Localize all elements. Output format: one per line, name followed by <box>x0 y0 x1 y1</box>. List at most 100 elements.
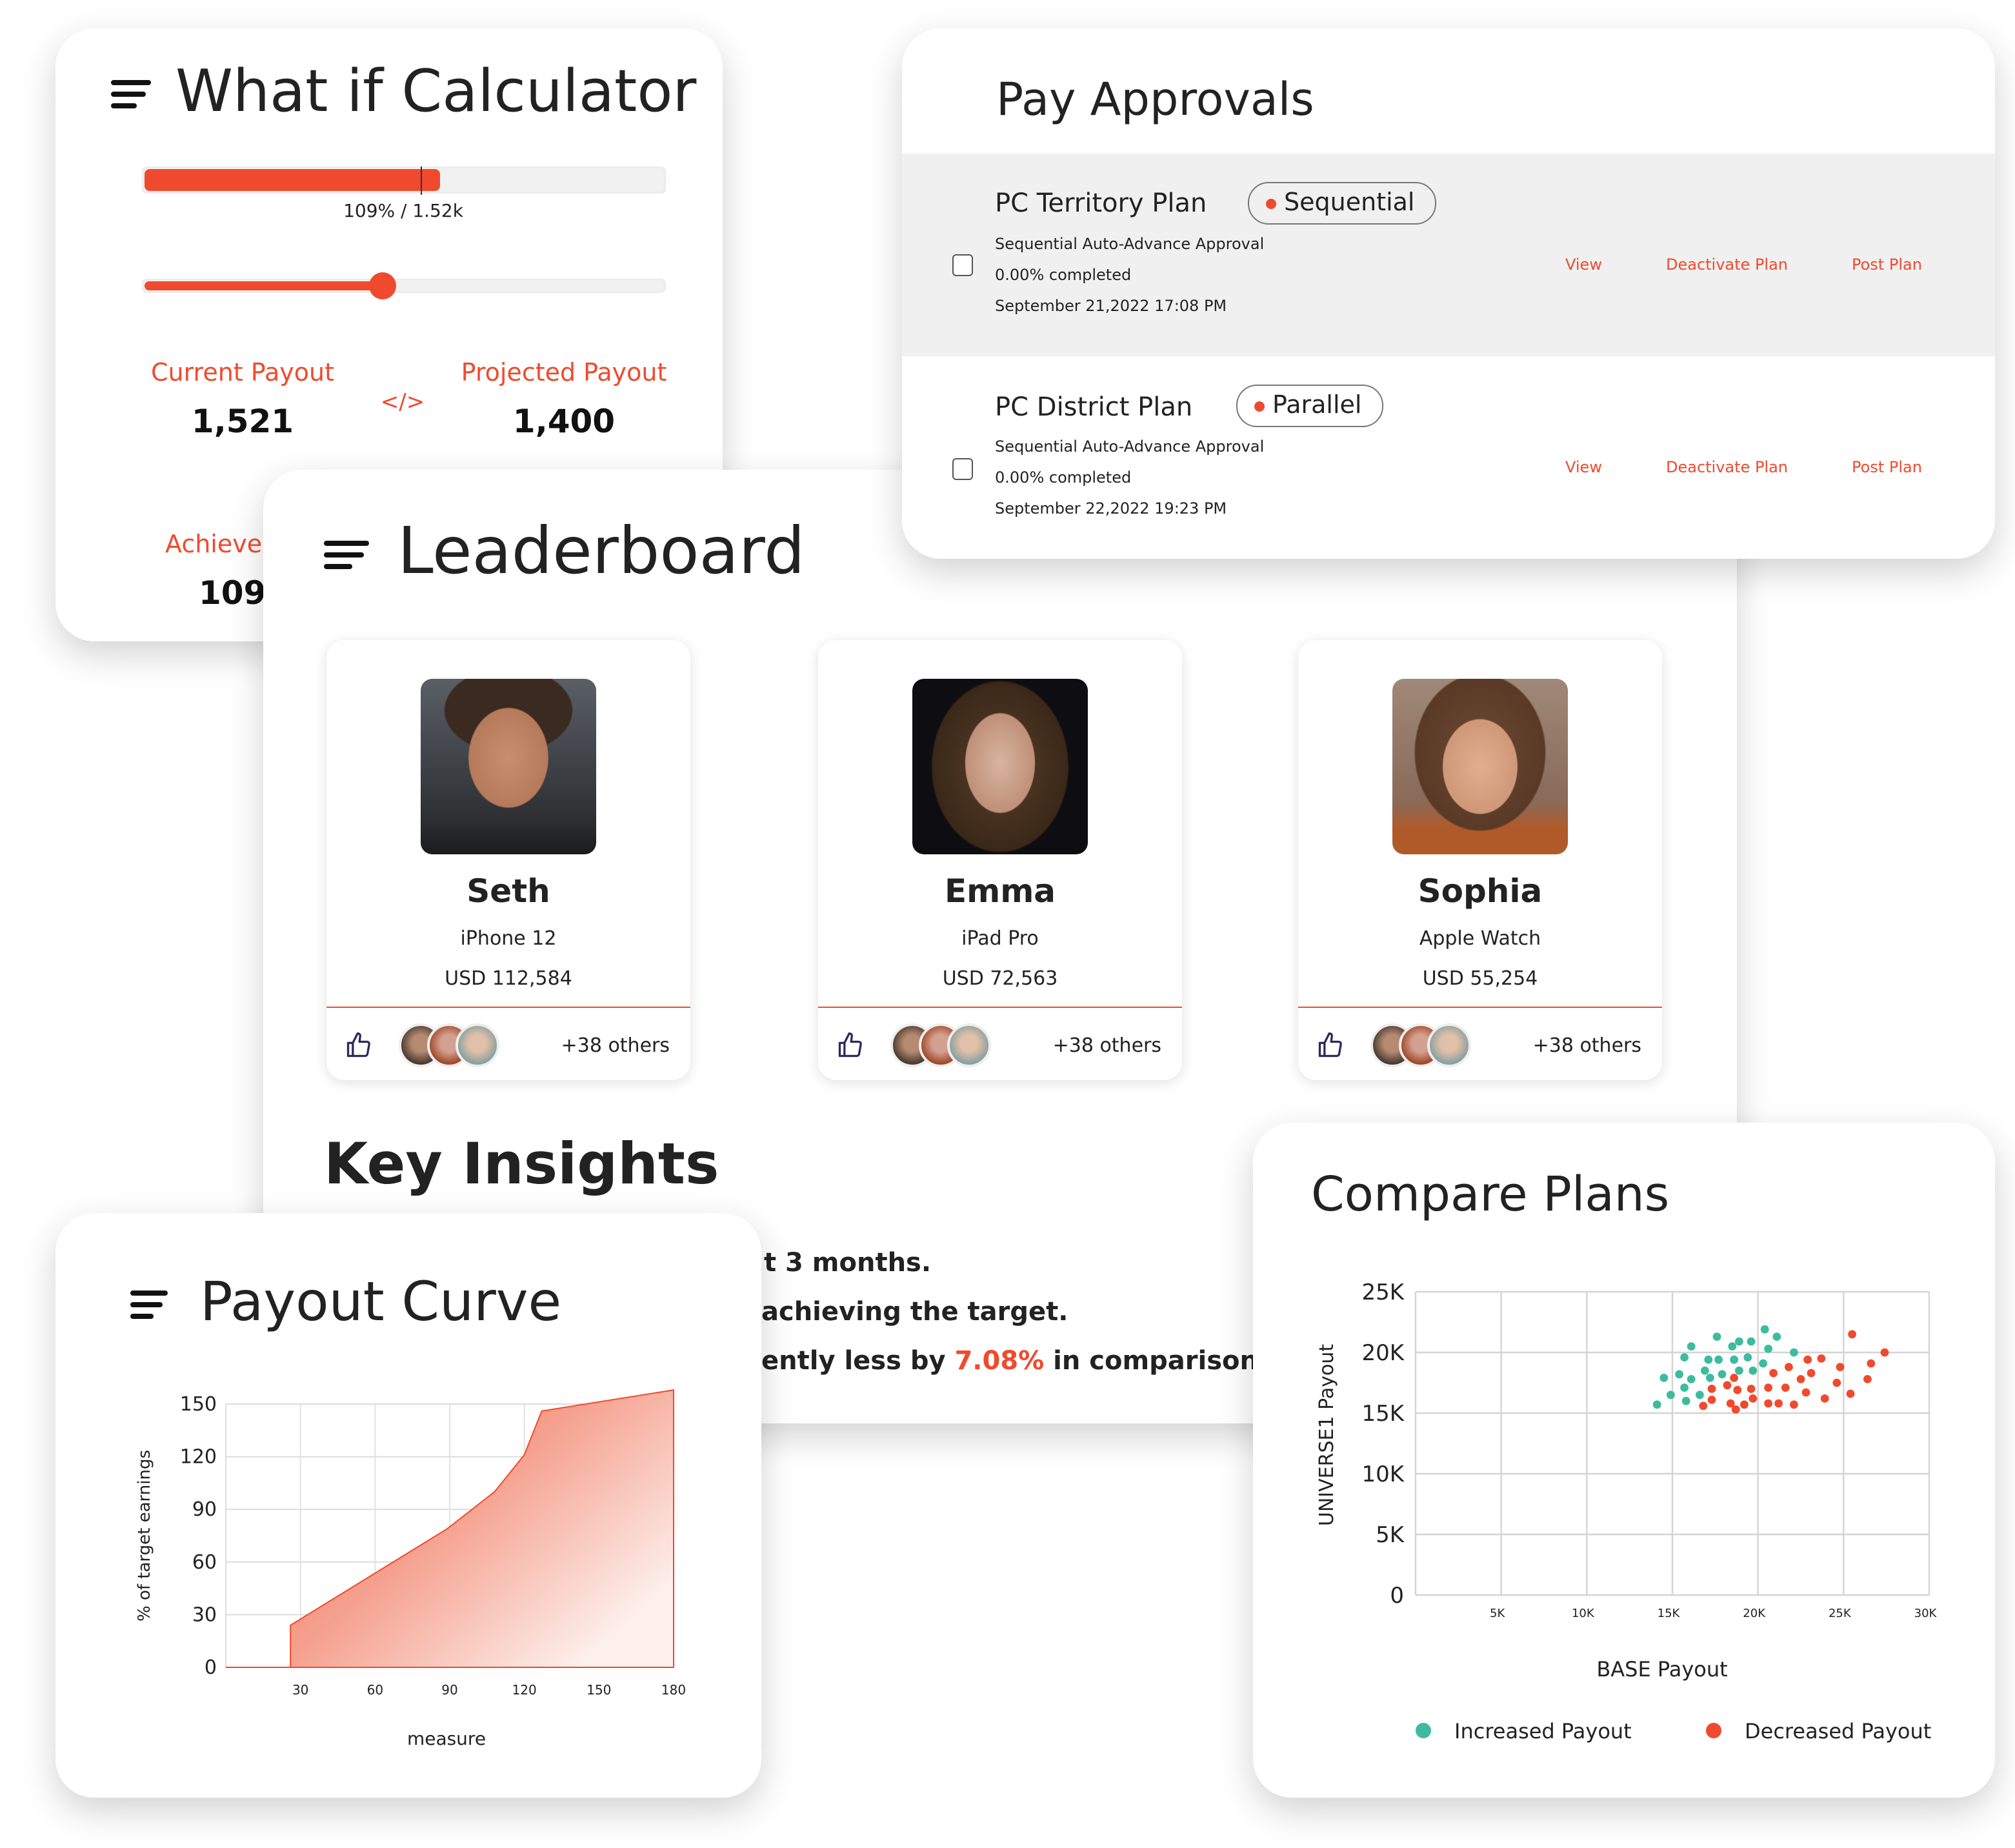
decreased-payout-point <box>1796 1375 1805 1383</box>
increased-payout-point <box>1706 1374 1714 1382</box>
approval-type-badge: Parallel <box>1236 385 1384 427</box>
decreased-payout-point <box>1781 1383 1790 1392</box>
post-plan-link[interactable]: Post Plan <box>1852 256 1922 274</box>
y-tick-label: 5K <box>1376 1522 1405 1548</box>
increased-payout-point <box>1675 1370 1683 1379</box>
others-count[interactable]: +38 others <box>1533 1034 1641 1057</box>
legend-decreased-label[interactable]: Decreased Payout <box>1745 1719 1931 1743</box>
increased-payout-point <box>1701 1366 1709 1375</box>
increased-payout-point <box>1743 1353 1752 1361</box>
increased-payout-point <box>1696 1391 1704 1400</box>
legend-increased-label[interactable]: Increased Payout <box>1454 1719 1632 1743</box>
completion-status: 0.00% completed <box>995 468 1132 487</box>
deactivate-plan-link[interactable]: Deactivate Plan <box>1666 458 1788 476</box>
increased-payout-point <box>1735 1337 1743 1346</box>
leaderboard-person-card[interactable]: Emma iPad Pro USD 72,563 +38 others <box>818 640 1182 1080</box>
y-tick-label: 90 <box>192 1498 217 1521</box>
completion-status: 0.00% completed <box>995 266 1132 284</box>
badge-label: Parallel <box>1272 391 1362 419</box>
badge-label: Sequential <box>1284 188 1415 217</box>
increased-payout-point <box>1790 1348 1798 1357</box>
increased-payout-point <box>1735 1366 1743 1375</box>
others-count[interactable]: +38 others <box>1053 1034 1161 1057</box>
hamburger-menu-icon[interactable] <box>324 541 369 569</box>
increased-payout-point <box>1680 1353 1689 1361</box>
achievement-value: 109 <box>199 574 266 612</box>
decreased-payout-point <box>1848 1330 1856 1339</box>
view-link[interactable]: View <box>1565 256 1602 274</box>
increased-payout-point <box>1652 1400 1661 1409</box>
decreased-payout-point <box>1769 1369 1778 1378</box>
y-tick-label: 15K <box>1361 1401 1405 1427</box>
key-insights-title: Key Insights <box>324 1132 719 1198</box>
legend-decreased-marker <box>1706 1723 1721 1738</box>
leaderboard-person-card[interactable]: Seth iPhone 12 USD 112,584 +38 others <box>326 640 690 1080</box>
pay-approvals-title: Pay Approvals <box>996 75 1314 126</box>
status-dot-icon <box>1266 199 1276 209</box>
increased-payout-point <box>1659 1374 1669 1382</box>
approval-row: PC District Plan Parallel Sequential Aut… <box>902 356 1995 559</box>
projected-payout-label: Projected Payout <box>461 359 667 387</box>
x-tick-label: 30K <box>1914 1607 1938 1620</box>
increased-payout-point <box>1712 1332 1721 1341</box>
payout-slider[interactable] <box>142 272 666 299</box>
target-marker <box>421 166 422 195</box>
decreased-payout-point <box>1790 1400 1798 1409</box>
slider-fill <box>145 281 383 290</box>
x-tick-label: 90 <box>441 1682 457 1698</box>
slider-handle[interactable] <box>368 272 396 299</box>
post-plan-link[interactable]: Post Plan <box>1852 458 1922 476</box>
y-tick-label: 60 <box>192 1551 217 1574</box>
seth-photo <box>421 679 596 854</box>
x-axis-label: measure <box>407 1728 486 1749</box>
increased-payout-point <box>1764 1345 1772 1353</box>
view-link[interactable]: View <box>1565 458 1602 476</box>
x-tick-label: 10K <box>1572 1607 1595 1620</box>
plan-name: PC Territory Plan <box>995 187 1207 218</box>
x-tick-label: 30 <box>292 1682 308 1698</box>
decreased-payout-point <box>1867 1359 1876 1368</box>
plan-date: September 21,2022 17:08 PM <box>995 297 1227 315</box>
y-tick-label: 10K <box>1361 1461 1405 1487</box>
x-axis-label: BASE Payout <box>1596 1657 1727 1682</box>
hamburger-menu-icon[interactable] <box>111 80 151 108</box>
divider <box>326 1007 690 1008</box>
row-checkbox[interactable] <box>952 254 973 276</box>
decreased-payout-point <box>1733 1385 1742 1394</box>
insight-line: ently less by 7.08% in comparison with <box>761 1345 1330 1376</box>
approval-type: Sequential Auto-Advance Approval <box>995 235 1265 253</box>
thumbs-up-icon[interactable] <box>836 1030 865 1061</box>
decreased-payout-point <box>1764 1383 1772 1392</box>
payout-curve-chart: 0 30 60 90 120 150 30 60 90 120 150 180 % of target… <box>135 1389 686 1749</box>
plan-name: PC District Plan <box>995 391 1193 422</box>
increased-payout-point <box>1759 1359 1767 1368</box>
x-tick-label: 60 <box>367 1682 383 1698</box>
legend-increased-marker <box>1416 1723 1431 1738</box>
thumbs-up-icon[interactable] <box>345 1030 373 1061</box>
insight-line: t 3 months. <box>764 1247 932 1278</box>
decreased-payout-point <box>1863 1375 1872 1383</box>
liker-avatars <box>890 1023 994 1067</box>
deactivate-plan-link[interactable]: Deactivate Plan <box>1666 256 1788 274</box>
divider <box>1298 1007 1662 1008</box>
decreased-payout-point <box>1707 1396 1716 1404</box>
others-count[interactable]: +38 others <box>561 1034 670 1057</box>
increased-payout-point <box>1687 1342 1696 1351</box>
increased-payout-point <box>1747 1337 1756 1346</box>
leaderboard-person-card[interactable]: Sophia Apple Watch USD 55,254 +38 others <box>1298 640 1662 1080</box>
row-checkbox[interactable] <box>952 458 973 480</box>
y-tick-label: 30 <box>192 1603 217 1626</box>
decreased-payout-point <box>1785 1363 1793 1371</box>
projected-payout-value: 1,400 <box>512 403 616 440</box>
decreased-payout-point <box>1817 1354 1826 1363</box>
thumbs-up-icon[interactable] <box>1316 1030 1345 1061</box>
person-name: Sophia <box>1418 872 1543 910</box>
achievement-label: Achiever <box>165 530 272 559</box>
insight-highlight: 7.08% <box>954 1345 1045 1376</box>
person-name: Seth <box>466 872 550 910</box>
decreased-payout-point <box>1747 1385 1756 1393</box>
payout-curve-card: Payout Curve 0 30 60 90 120 150 30 60 90 120 150 18… <box>55 1213 761 1798</box>
decreased-payout-point <box>1832 1378 1841 1387</box>
achievement-progress-bar <box>142 166 666 195</box>
increased-payout-point <box>1714 1355 1723 1364</box>
